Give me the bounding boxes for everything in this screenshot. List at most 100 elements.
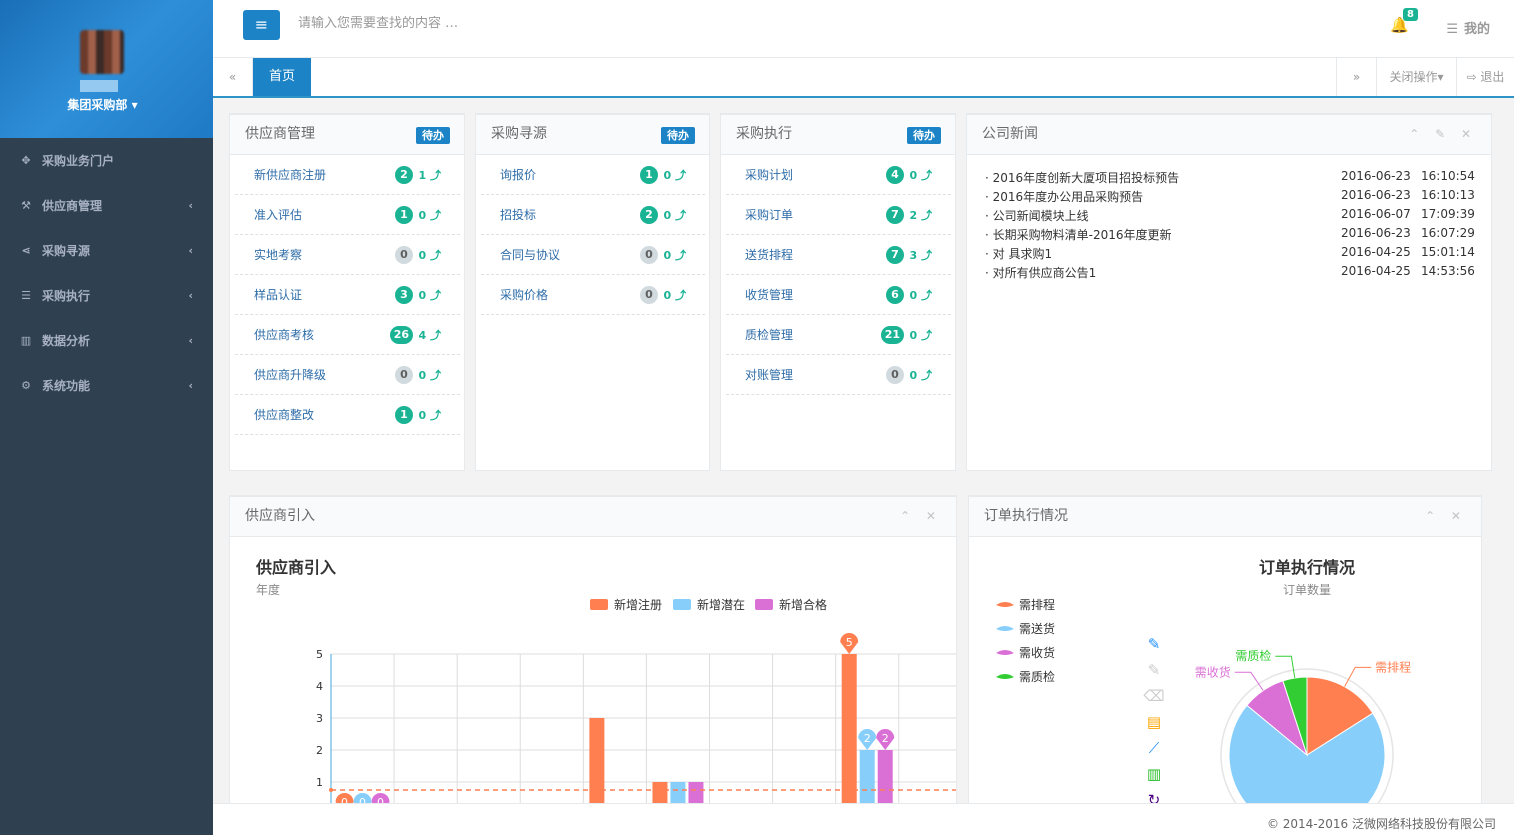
count-badge: 21	[880, 325, 904, 344]
mine-menu[interactable]: ☰ 我的	[1446, 18, 1490, 37]
tab-home[interactable]: 首页	[253, 58, 311, 96]
news-title[interactable]: · 对 具求购1	[985, 245, 1341, 264]
list-item-link[interactable]: 收货管理	[745, 286, 793, 303]
bar[interactable]	[670, 782, 686, 814]
list-item-link[interactable]: 供应商升降级	[254, 366, 326, 383]
close-operations-dropdown[interactable]: 关闭操作▾	[1376, 58, 1456, 96]
list-item-link[interactable]: 采购计划	[745, 166, 793, 183]
legend-item[interactable]: 新增注册	[590, 597, 662, 612]
count-badge: 0	[640, 285, 658, 304]
news-title[interactable]: · 长期采购物料清单-2016年度更新	[985, 226, 1341, 245]
news-panel: 公司新闻 ⌃ ✎ ✕ · 2016年度创新大厦项目招投标预告 2016-06-23 1…	[966, 113, 1492, 471]
sidebar-item[interactable]: ⚙ 系统功能 ‹	[0, 363, 213, 408]
list-item-link[interactable]: 样品认证	[254, 286, 302, 303]
news-item[interactable]: · 长期采购物料清单-2016年度更新 2016-06-23 16:07:29	[985, 226, 1475, 245]
count-badge: 2	[395, 165, 413, 184]
mark-icon[interactable]: ✎	[1148, 635, 1161, 653]
news-item[interactable]: · 对 具求购1 2016-04-25 15:01:14	[985, 245, 1475, 264]
legend-item[interactable]: 新增潜在	[673, 597, 745, 612]
increase-indicator: 0 ⤴	[663, 208, 686, 222]
list-item-link[interactable]: 实地考察	[254, 246, 302, 263]
panel-title-text: 公司新闻	[982, 126, 1038, 142]
list-item: 样品认证 3 0 ⤴	[235, 275, 460, 315]
panel-tools[interactable]: ⌃ ✎ ✕	[1409, 115, 1477, 153]
news-date: 2016-06-07	[1341, 207, 1411, 221]
bar[interactable]	[652, 782, 668, 814]
list-item-link[interactable]: 质检管理	[745, 326, 793, 343]
avatar[interactable]	[80, 30, 124, 74]
sidebar-item[interactable]: ▥ 数据分析 ‹	[0, 318, 213, 363]
tab-scroll-right-button[interactable]: »	[1336, 58, 1376, 96]
legend-item[interactable]: 需排程	[996, 597, 1055, 612]
legend-item[interactable]: 新增合格	[755, 597, 827, 612]
increase-indicator: 0 ⤴	[663, 288, 686, 302]
list-item-link[interactable]: 送货排程	[745, 246, 793, 263]
list-item: 供应商升降级 0 0 ⤴	[235, 355, 460, 395]
count-badge: 0	[395, 245, 413, 264]
list-item: 采购计划 4 0 ⤴	[726, 155, 951, 195]
average-start	[329, 788, 333, 792]
mark-point[interactable]: 0	[353, 793, 372, 814]
list-item-link[interactable]: 招投标	[500, 206, 536, 223]
data-view-icon[interactable]: ▤	[1147, 713, 1161, 731]
bar[interactable]	[688, 782, 704, 814]
panel-tools[interactable]: ⌃ ✕	[1425, 497, 1467, 535]
list-item-link[interactable]: 供应商整改	[254, 406, 314, 423]
search-input[interactable]	[298, 16, 698, 31]
count-badge: 7	[886, 205, 904, 224]
mark-point[interactable]: 5	[840, 633, 859, 654]
mark-point[interactable]: 2	[876, 729, 895, 750]
list-item-link[interactable]: 询报价	[500, 166, 536, 183]
chevron-left-icon: ‹	[188, 334, 193, 347]
legend-item[interactable]: 需质检	[996, 669, 1055, 684]
line-icon[interactable]: ⟋	[1149, 739, 1160, 757]
list-item-link[interactable]: 合同与协议	[500, 246, 560, 263]
sidebar-item[interactable]: ☰ 采购执行 ‹	[0, 273, 213, 318]
list-item: 质检管理 21 0 ⤴	[726, 315, 951, 355]
news-title[interactable]: · 2016年度办公用品采购预告	[985, 188, 1341, 207]
chevron-left-icon: ‹	[188, 379, 193, 392]
news-item[interactable]: · 2016年度办公用品采购预告 2016-06-23 16:10:13	[985, 188, 1475, 207]
mark-point[interactable]: 0	[335, 793, 354, 814]
increase-indicator: 0 ⤴	[418, 408, 441, 422]
mark-point[interactable]: 2	[858, 729, 877, 750]
logout-button[interactable]: ⇨ 退出	[1456, 58, 1514, 96]
list-item-link[interactable]: 采购订单	[745, 206, 793, 223]
dept-dropdown[interactable]: 集团采购部 ▾	[0, 96, 205, 113]
legend-item[interactable]: 需送货	[996, 621, 1055, 636]
mark-point-label: 2	[864, 732, 871, 745]
news-item[interactable]: · 2016年度创新大厦项目招投标预告 2016-06-23 16:10:54	[985, 169, 1475, 188]
news-item[interactable]: · 对所有供应商公告1 2016-04-25 14:53:56	[985, 264, 1475, 283]
increase-indicator: 0 ⤴	[663, 248, 686, 262]
list-item-link[interactable]: 供应商考核	[254, 326, 314, 343]
execution-panel: 采购执行 待办 采购计划 4 0 ⤴ 采购订单 7 2 ⤴ 送货排程 7 3 ⤴ 收货管理 6 0 ⤴ 质…	[720, 113, 956, 471]
sidebar-item[interactable]: ✥ 采购业务门户	[0, 138, 213, 183]
sidebar-item[interactable]: ⋖ 采购寻源 ‹	[0, 228, 213, 273]
list-item-link[interactable]: 准入评估	[254, 206, 302, 223]
legend-label: 新增潜在	[697, 597, 745, 612]
news-title[interactable]: · 公司新闻模块上线	[985, 207, 1341, 226]
legend-item[interactable]: 需收货	[996, 645, 1055, 660]
legend-label: 新增注册	[614, 597, 662, 612]
top-bar: ≡ 🔔 8 ☰我的	[213, 0, 1514, 58]
bar[interactable]	[877, 750, 893, 814]
news-title[interactable]: · 对所有供应商公告1	[985, 264, 1341, 283]
list-item-link[interactable]: 新供应商注册	[254, 166, 326, 183]
y-tick-label: 3	[316, 712, 323, 725]
list-item: 实地考察 0 0 ⤴	[235, 235, 460, 275]
count-badge: 6	[886, 285, 904, 304]
panel-tools[interactable]: ⌃ ✕	[900, 497, 942, 535]
list-item-link[interactable]: 对账管理	[745, 366, 793, 383]
bar-icon[interactable]: ▥	[1147, 765, 1161, 783]
news-item[interactable]: · 公司新闻模块上线 2016-06-07 17:09:39	[985, 207, 1475, 226]
bar[interactable]	[859, 750, 875, 814]
bar[interactable]	[841, 654, 857, 814]
restore-icon[interactable]: ↻	[1148, 791, 1161, 809]
mark-point[interactable]: 0	[371, 793, 390, 814]
sidebar-item[interactable]: ⚒ 供应商管理 ‹	[0, 183, 213, 228]
tab-scroll-left-button[interactable]: «	[213, 58, 253, 96]
list-item-link[interactable]: 采购价格	[500, 286, 548, 303]
news-title[interactable]: · 2016年度创新大厦项目招投标预告	[985, 169, 1341, 188]
menu-toggle-button[interactable]: ≡	[243, 10, 280, 40]
increase-indicator: 0 ⤴	[418, 368, 441, 382]
